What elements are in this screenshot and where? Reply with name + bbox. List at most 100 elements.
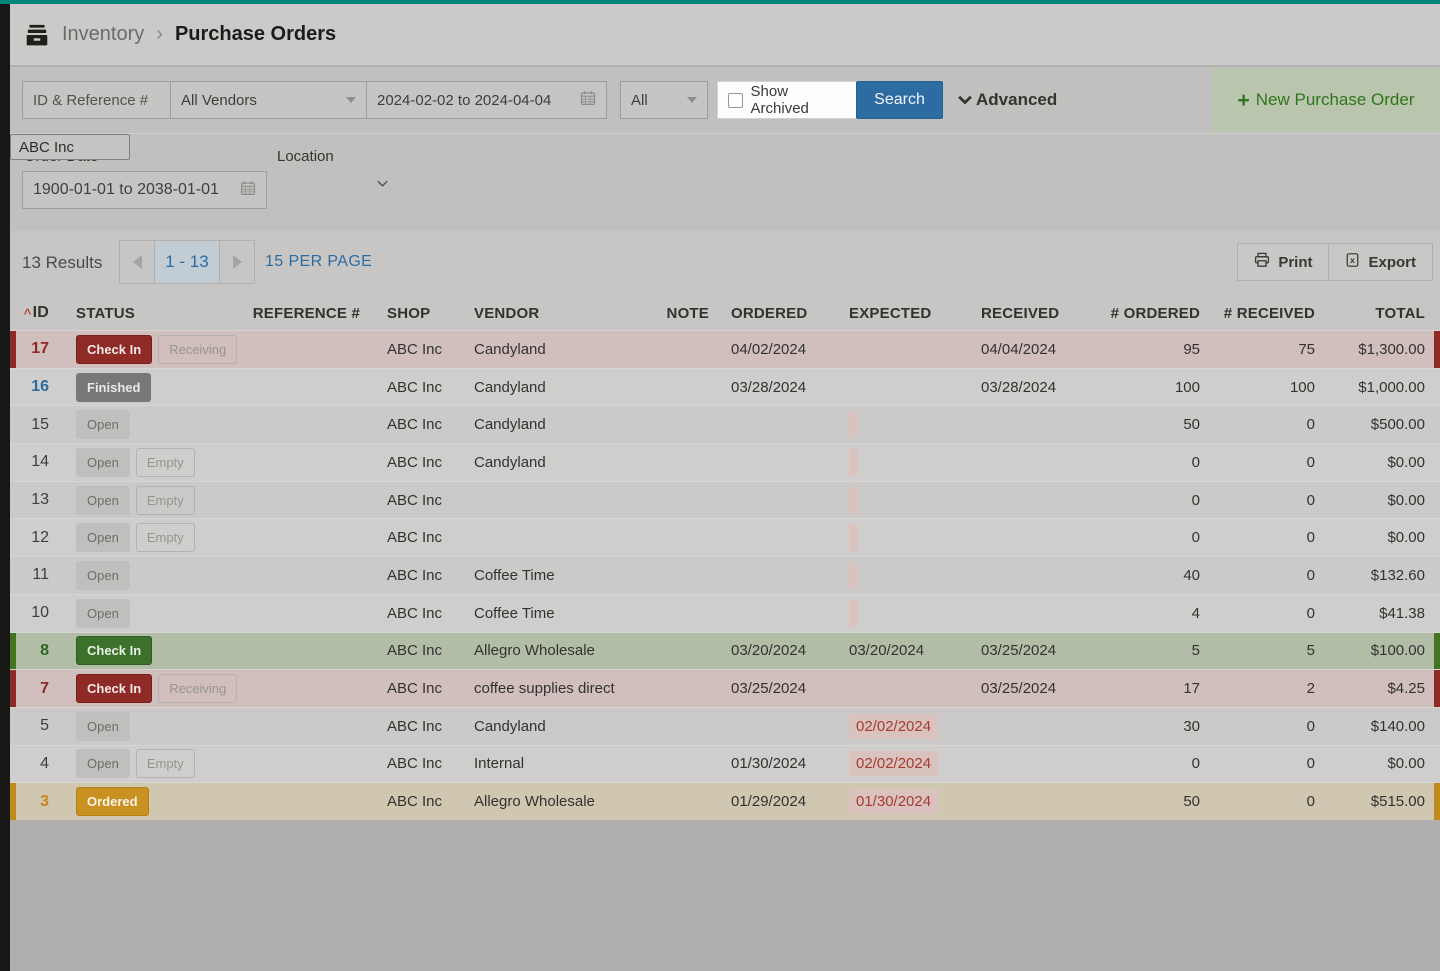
column-header-total[interactable]: TOTAL (1322, 305, 1440, 322)
show-archived-checkbox[interactable] (728, 93, 743, 108)
cell-id: 8 (10, 633, 66, 670)
column-header-note[interactable]: NOTE (640, 305, 716, 322)
column-header-id[interactable]: ^ID (10, 304, 66, 322)
cell-status: Ordered (66, 783, 250, 820)
cell-qty_received: 100 (1207, 369, 1322, 406)
expected-empty-flag (849, 411, 857, 438)
table-row-po-12[interactable]: 12OpenEmptyABC Inc00$0.00 (10, 518, 1440, 556)
status-badge: Open (76, 410, 130, 439)
table-row-po-13[interactable]: 13OpenEmptyABC Inc00$0.00 (10, 481, 1440, 519)
caret-down-icon (346, 97, 356, 103)
cell-status: OpenEmpty (66, 519, 250, 556)
cell-vendor (464, 519, 640, 556)
per-page-link[interactable]: 15 PER PAGE (265, 253, 372, 271)
vendor-select[interactable]: All Vendors (170, 81, 367, 119)
print-export-group: Print x Export (1237, 243, 1433, 281)
cell-qty_ordered: 0 (1096, 444, 1207, 481)
check-in-button[interactable]: Check In (76, 674, 152, 703)
status-badge: Open (76, 486, 130, 515)
page-previous-button[interactable] (120, 241, 154, 283)
status-badge: Open (76, 712, 130, 741)
cell-expected: 02/02/2024 (839, 708, 971, 745)
cell-received (971, 783, 1096, 820)
column-header-ordered[interactable]: ORDERED (716, 305, 839, 322)
check-in-button[interactable]: Check In (76, 636, 152, 665)
cell-note (640, 746, 716, 783)
cell-reference (250, 369, 367, 406)
location-select[interactable]: ABC Inc (10, 134, 130, 160)
filter-bar: All Vendors 2024-02-02 to 2024-04-04 All (10, 67, 1440, 133)
table-row-po-15[interactable]: 15OpenABC IncCandyland500$500.00 (10, 405, 1440, 443)
select-chevron-icon (377, 180, 388, 188)
column-header-expected[interactable]: EXPECTED (839, 305, 971, 322)
cell-reference (250, 444, 367, 481)
cell-expected (839, 519, 971, 556)
po-id: 11 (32, 566, 49, 584)
search-button[interactable]: Search (856, 81, 943, 119)
cell-reference (250, 746, 367, 783)
cell-shop: ABC Inc (367, 557, 464, 594)
table-row-po-16[interactable]: 16FinishedABC IncCandyland03/28/202403/2… (10, 368, 1440, 406)
page-next-button[interactable] (220, 241, 254, 283)
column-header-received[interactable]: RECEIVED (971, 305, 1096, 322)
status-filter-select[interactable]: All (620, 81, 708, 119)
table-row-po-14[interactable]: 14OpenEmptyABC IncCandyland00$0.00 (10, 443, 1440, 481)
id-reference-input[interactable] (22, 81, 171, 119)
po-id: 14 (31, 453, 49, 471)
cell-qty_received: 0 (1207, 482, 1322, 519)
column-header-vendor[interactable]: VENDOR (464, 305, 640, 322)
column-header-status[interactable]: STATUS (66, 305, 250, 322)
cell-total: $41.38 (1322, 595, 1440, 632)
export-button[interactable]: x Export (1329, 243, 1433, 281)
breadcrumb: Inventory › Purchase Orders (10, 4, 1440, 66)
check-in-button[interactable]: Check In (76, 335, 152, 364)
plus-icon: + (1238, 90, 1250, 111)
order-date-input[interactable]: 1900-01-01 to 2038-01-01 (22, 171, 267, 209)
status-badge: Open (76, 749, 130, 778)
cell-note (640, 670, 716, 707)
cell-shop: ABC Inc (367, 369, 464, 406)
cell-qty_ordered: 40 (1096, 557, 1207, 594)
table-row-po-11[interactable]: 11OpenABC IncCoffee Time400$132.60 (10, 556, 1440, 594)
cell-qty_received: 5 (1207, 633, 1322, 670)
column-header-shop[interactable]: SHOP (367, 305, 464, 322)
advanced-toggle[interactable]: Advanced (958, 81, 1057, 119)
cell-qty_ordered: 0 (1096, 746, 1207, 783)
cell-note (640, 557, 716, 594)
cell-ordered (716, 708, 839, 745)
cell-received (971, 444, 1096, 481)
table-row-po-3[interactable]: 3OrderedABC IncAllegro Wholesale01/29/20… (10, 782, 1440, 820)
table-row-po-8[interactable]: 8Check InABC IncAllegro Wholesale03/20/2… (10, 632, 1440, 670)
column-header-ordered[interactable]: # ORDERED (1096, 305, 1207, 322)
cell-qty_ordered: 95 (1096, 331, 1207, 368)
breadcrumb-separator: › (156, 23, 163, 46)
column-header-reference[interactable]: REFERENCE # (250, 305, 367, 322)
cell-id: 11 (10, 557, 66, 594)
table-row-po-17[interactable]: 17Check InReceivingABC IncCandyland04/02… (10, 330, 1440, 368)
cell-id: 5 (10, 708, 66, 745)
cell-qty_ordered: 4 (1096, 595, 1207, 632)
print-button[interactable]: Print (1237, 243, 1329, 281)
cell-expected (839, 482, 971, 519)
date-range-input[interactable]: 2024-02-02 to 2024-04-04 (366, 81, 607, 119)
cell-qty_received: 75 (1207, 331, 1322, 368)
cell-ordered (716, 444, 839, 481)
cell-status: OpenEmpty (66, 746, 250, 783)
cell-expected: 01/30/2024 (839, 783, 971, 820)
cell-shop: ABC Inc (367, 406, 464, 443)
expected-date-overdue: 01/30/2024 (849, 789, 938, 814)
table-row-po-4[interactable]: 4OpenEmptyABC IncInternal01/30/202402/02… (10, 745, 1440, 783)
cell-total: $4.25 (1322, 670, 1440, 707)
cell-note (640, 595, 716, 632)
table-row-po-10[interactable]: 10OpenABC IncCoffee Time40$41.38 (10, 594, 1440, 632)
breadcrumb-inventory-link[interactable]: Inventory (62, 23, 144, 46)
table-row-po-7[interactable]: 7Check InReceivingABC Inccoffee supplies… (10, 669, 1440, 707)
cell-id: 4 (10, 746, 66, 783)
new-purchase-order-button[interactable]: + New Purchase Order (1212, 68, 1440, 132)
cell-expected (839, 406, 971, 443)
expected-empty-flag (849, 487, 857, 514)
show-archived-toggle[interactable]: Show Archived (717, 81, 857, 119)
table-row-po-5[interactable]: 5OpenABC IncCandyland02/02/2024300$140.0… (10, 707, 1440, 745)
cell-shop: ABC Inc (367, 783, 464, 820)
column-header-received[interactable]: # RECEIVED (1207, 305, 1322, 322)
